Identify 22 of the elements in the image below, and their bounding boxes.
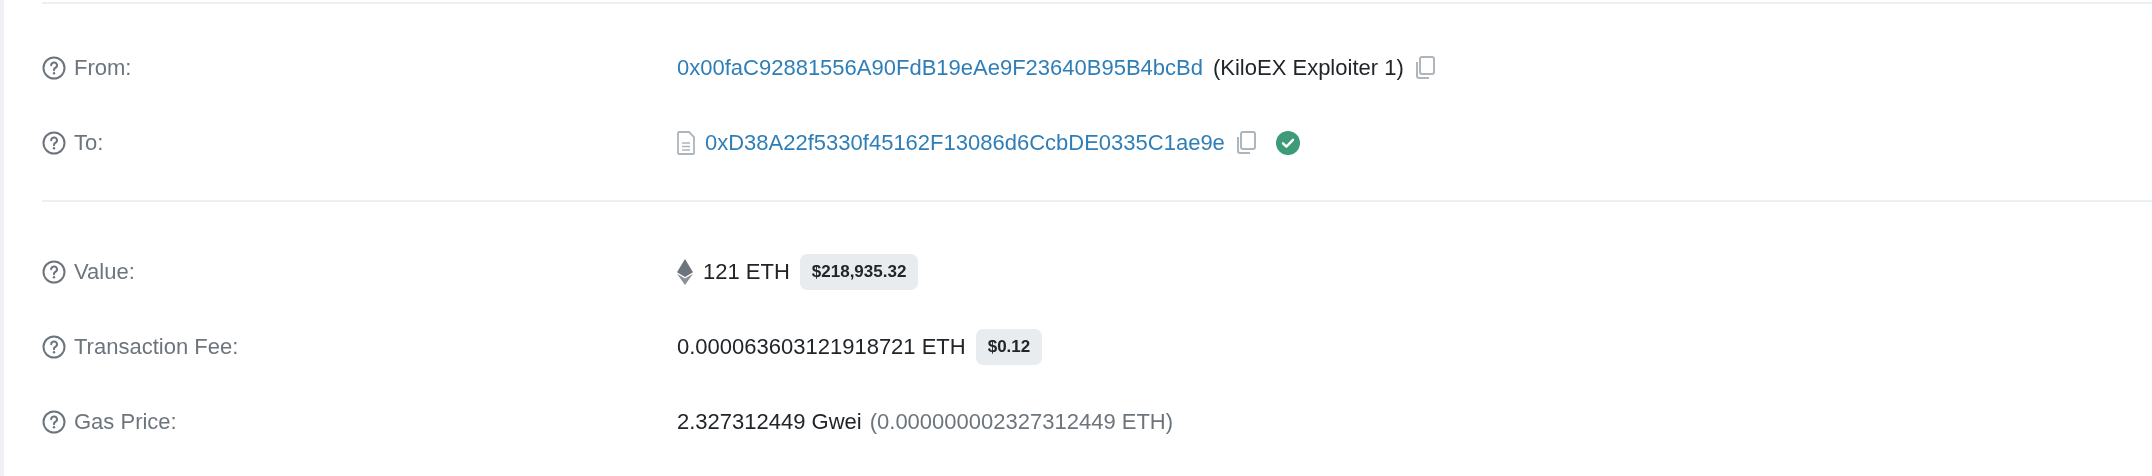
copy-icon[interactable] (1413, 55, 1436, 80)
field-label: Gas Price: (74, 408, 177, 435)
amount-text: 121 ETH (703, 258, 790, 285)
address-link[interactable]: 0x00faC92881556A90FdB19eAe9F23640B95B4bcBd (677, 54, 1203, 81)
address-name: (KiloEX Exploiter 1) (1213, 54, 1404, 81)
address-link[interactable]: 0xD38A22f5330f45162F13086d6CcbDE0335C1ae9e (705, 129, 1225, 156)
help-icon (42, 334, 66, 359)
ethereum-icon (677, 258, 693, 285)
field-label: To: (74, 129, 104, 156)
gas-price-eth-text: (0.000000002327312449 ETH) (869, 408, 1174, 435)
copy-icon[interactable] (1234, 130, 1257, 155)
help-icon (42, 55, 66, 80)
help-icon (42, 409, 66, 434)
field-label: From: (74, 54, 132, 81)
help-icon (42, 130, 66, 155)
help-icon (42, 259, 66, 284)
usd-badge: $218,935.32 (799, 253, 919, 290)
amount-text: 0.000063603121918721 ETH (677, 333, 966, 360)
gas-price-text: 2.327312449 Gwei (677, 408, 862, 435)
field-label: Value: (74, 258, 135, 285)
field-label: Transaction Fee: (74, 333, 239, 360)
usd-badge: $0.12 (975, 328, 1043, 365)
